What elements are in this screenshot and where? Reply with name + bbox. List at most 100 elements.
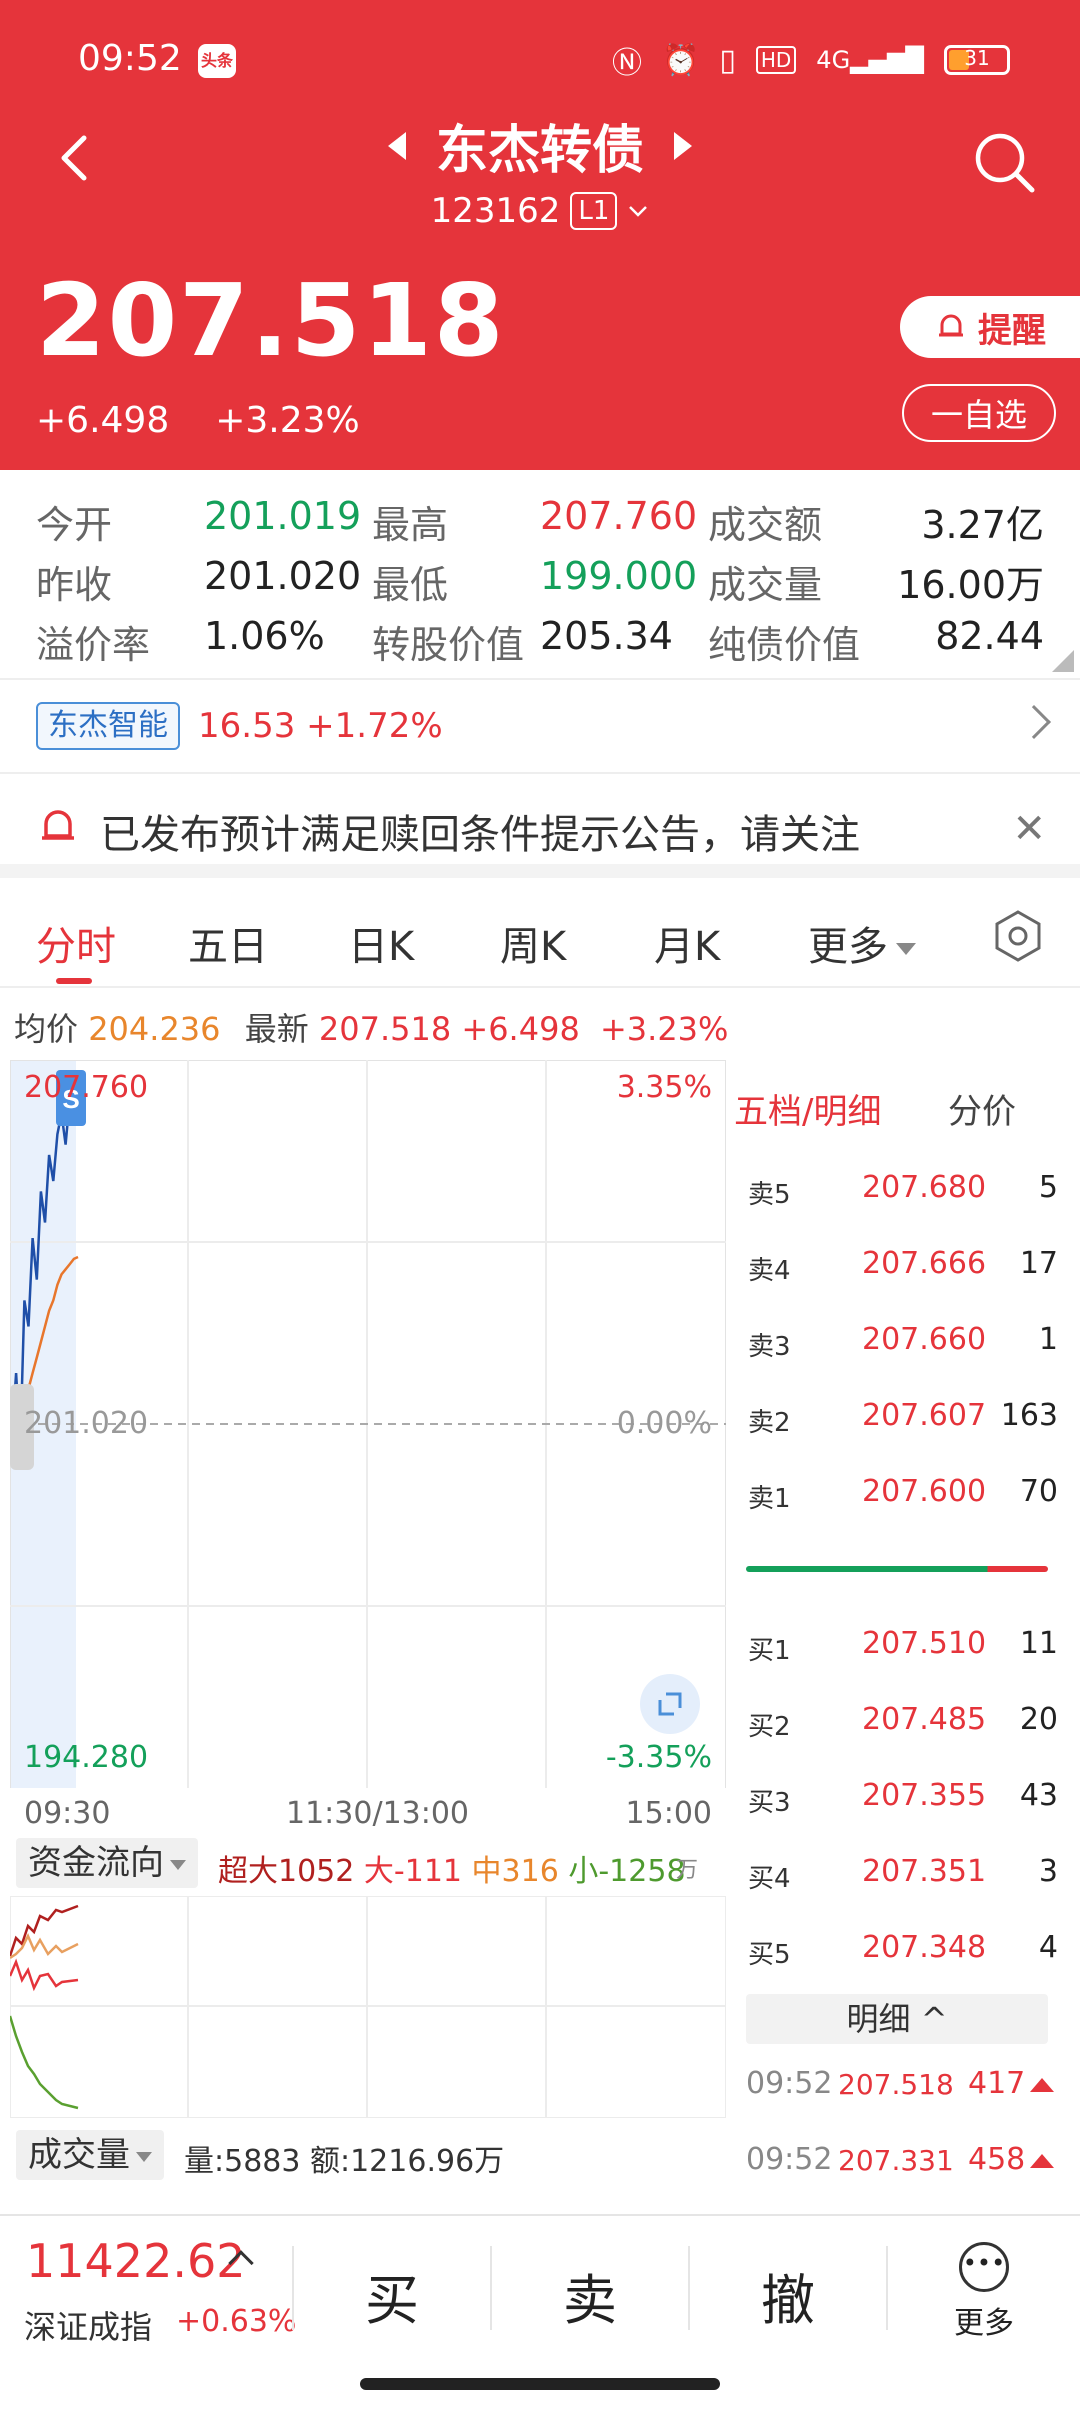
status-time: 09:52	[78, 38, 182, 79]
flow-super: 超大1052	[218, 1854, 355, 1889]
status-icons: Ⓝ ⏰ ▯ HD 4G▂▄▆█ 31	[612, 38, 1010, 82]
prev-security-icon[interactable]	[387, 131, 406, 160]
bid-row: 买2 207.485 20	[748, 1702, 1058, 1742]
cancel-order-button[interactable]: 撤	[718, 2256, 858, 2335]
battery-level: 31	[964, 46, 990, 70]
alarm-icon: ⏰	[661, 42, 700, 78]
quote-header: 09:52 头条 Ⓝ ⏰ ▯ HD 4G▂▄▆█ 31 东杰转债 123162 …	[0, 0, 1080, 470]
detail-label: 明细	[846, 2000, 911, 2038]
trade-tick-row: 09:52 207.331 458	[746, 2142, 1056, 2177]
next-security-icon[interactable]	[674, 131, 692, 160]
index-ticker[interactable]: 11422.62 深证成指 +0.63%	[0, 2216, 296, 2366]
notice-banner[interactable]: 已发布预计满足赎回条件提示公告，请关注 ✕	[0, 776, 1080, 878]
fullscreen-icon[interactable]	[640, 1674, 700, 1734]
quote-stats: 今开 201.019 最高 207.760 成交额 3.27亿 昨收 201.0…	[0, 470, 1080, 680]
remind-label: 提醒	[978, 310, 1046, 351]
ask-row: 卖4 207.666 17	[748, 1246, 1058, 1286]
security-title: 东杰转债 123162 L1	[340, 108, 740, 231]
ask-row: 卖5 207.680 5	[748, 1170, 1058, 1210]
security-name: 东杰转债	[435, 121, 644, 181]
intraday-chart[interactable]: S 207.760 3.35% 201.020 0.00% 194.280 -3…	[10, 1060, 726, 1831]
related-stock-quote: 16.53 +1.72%	[198, 706, 443, 746]
toutiao-app-icon: 头条	[198, 44, 236, 78]
ask-row: 卖2 207.607 163	[748, 1398, 1058, 1438]
tab-weekly-k[interactable]: 周K	[500, 914, 566, 972]
bid-row: 买4 207.351 3	[748, 1854, 1058, 1894]
caret-down-icon	[136, 2151, 152, 2162]
expand-corner-icon[interactable]	[1052, 650, 1074, 672]
security-code: 123162	[430, 191, 561, 231]
divider	[292, 2246, 294, 2330]
status-bar: 09:52 头条 Ⓝ ⏰ ▯ HD 4G▂▄▆█ 31	[0, 0, 1080, 120]
bond-value-label: 纯债价值	[708, 623, 861, 667]
trade-bottom-bar: 11422.62 深证成指 +0.63% 买 卖 撤 ••• 更多	[0, 2214, 1080, 2364]
volume-chart-label: 成交量	[28, 2135, 130, 2175]
more-button[interactable]: ••• 更多	[944, 2242, 1024, 2342]
divider	[490, 2246, 492, 2330]
tab-monthly-k[interactable]: 月K	[654, 914, 720, 972]
high-value: 207.760	[540, 494, 698, 538]
y-bottom-pct: -3.35%	[605, 1740, 712, 1775]
flow-large: 大-111	[363, 1854, 462, 1889]
remind-button[interactable]: 提醒	[900, 296, 1080, 358]
prev-close-value: 201.020	[204, 554, 362, 598]
money-flow-values: 超大1052 大-111 中316 小-1258	[218, 1846, 686, 1890]
index-name: 深证成指	[24, 2308, 153, 2346]
active-tab-indicator	[56, 978, 92, 984]
avg-value: 204.236	[88, 1010, 221, 1048]
volume-dropdown[interactable]: 成交量	[16, 2130, 164, 2180]
sell-button[interactable]: 卖	[520, 2256, 660, 2335]
ask-row: 卖3 207.660 1	[748, 1322, 1058, 1362]
y-mid-pct: 0.00%	[616, 1406, 712, 1441]
hd-icon: HD	[755, 46, 797, 74]
up-arrow-icon	[1030, 2078, 1054, 2092]
tab-daily-k[interactable]: 日K	[348, 914, 414, 972]
nfc-icon: Ⓝ	[611, 46, 642, 81]
index-change: +0.63%	[176, 2304, 297, 2339]
high-label: 最高	[372, 503, 449, 547]
x-tick-open: 09:30	[24, 1796, 111, 1831]
more-label: 更多	[954, 2306, 1014, 2341]
tab-intraday[interactable]: 分时	[36, 914, 116, 972]
caret-down-icon	[170, 1859, 186, 1870]
up-arrow-icon	[1030, 2154, 1054, 2168]
detail-toggle[interactable]: 明细 ^	[746, 1994, 1048, 2044]
level-badge: L1	[570, 192, 618, 230]
buy-button[interactable]: 买	[322, 2256, 462, 2335]
last-value: 207.518	[318, 1010, 452, 1048]
close-icon[interactable]: ✕	[1012, 806, 1046, 852]
divider	[886, 2246, 888, 2330]
back-arrow-icon[interactable]	[48, 128, 108, 188]
security-code-row[interactable]: 123162 L1	[340, 191, 740, 231]
volume-value: 16.00万	[897, 563, 1044, 607]
last-change: +6.498	[461, 1010, 580, 1048]
money-flow-dropdown[interactable]: 资金流向	[16, 1838, 198, 1888]
flow-small: 小-1258	[568, 1854, 686, 1889]
battery-icon: 31	[944, 45, 1010, 75]
divider	[688, 2246, 690, 2330]
price-change-pct: +3.23%	[215, 400, 360, 441]
buy-sell-ratio-bar	[746, 1566, 1048, 1572]
conversion-value-label: 转股价值	[372, 623, 525, 667]
search-icon[interactable]	[970, 128, 1040, 198]
trade-tick-row: 09:52 207.518 417	[746, 2066, 1056, 2101]
chevron-right-icon	[1017, 705, 1051, 739]
open-label: 今开	[36, 503, 113, 547]
x-tick-close: 15:00	[625, 1796, 712, 1831]
related-stock-name: 东杰智能	[36, 702, 180, 750]
y-top-label: 207.760	[24, 1070, 149, 1105]
signal-4g-icon: 4G▂▄▆█	[816, 46, 924, 74]
settings-hexagon-icon[interactable]	[990, 908, 1046, 964]
x-tick-midday: 11:30/13:00	[286, 1796, 470, 1831]
current-price: 207.518	[36, 262, 506, 379]
premium-value: 1.06%	[204, 614, 325, 658]
tab-more[interactable]: 更多	[808, 914, 916, 972]
add-watchlist-button[interactable]: 一自选	[902, 384, 1056, 442]
vibrate-icon: ▯	[719, 42, 736, 78]
tab-price-distribution[interactable]: 分价	[948, 1084, 1016, 1133]
home-indicator[interactable]	[360, 2378, 720, 2390]
tab-order-book[interactable]: 五档/明细	[734, 1084, 881, 1133]
y-bottom-label: 194.280	[24, 1740, 149, 1775]
tab-five-day[interactable]: 五日	[188, 914, 268, 972]
related-stock-row[interactable]: 东杰智能 16.53 +1.72%	[0, 682, 1080, 774]
